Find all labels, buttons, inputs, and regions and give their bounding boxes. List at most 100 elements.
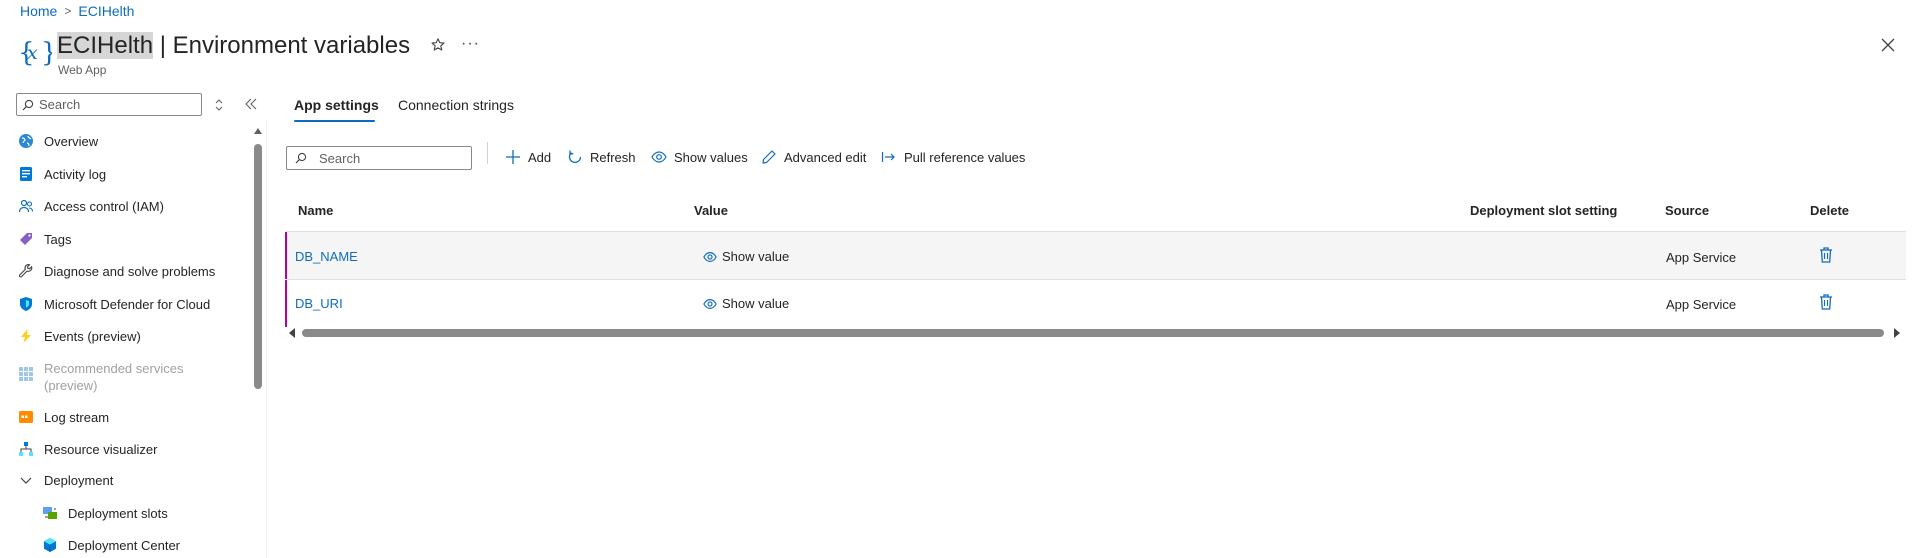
sidebar-item-label: Activity log <box>44 166 107 182</box>
table-row[interactable] <box>286 280 1906 327</box>
sidebar-item-activity-log[interactable]: Activity log <box>18 166 106 182</box>
settings-search-input[interactable] <box>319 150 459 166</box>
table-row[interactable] <box>286 232 1906 279</box>
breadcrumb: Home > ECIHelth <box>20 3 134 19</box>
horizontal-scrollbar-thumb[interactable] <box>302 329 1884 337</box>
grid-icon <box>18 366 34 382</box>
show-value-button[interactable]: Show value <box>703 296 789 311</box>
svg-text:}: } <box>41 38 52 68</box>
advanced-edit-button-label: Advanced edit <box>784 149 867 165</box>
variable-braces-icon: { x } <box>18 34 52 70</box>
sidebar-item-diagnose[interactable]: Diagnose and solve problems <box>18 263 215 279</box>
add-button[interactable]: Add <box>505 149 551 165</box>
sidebar-item-defender[interactable]: Microsoft Defender for Cloud <box>18 296 210 312</box>
resource-type: Web App <box>58 63 107 77</box>
sidebar-item-label: Resource visualizer <box>44 441 158 457</box>
refresh-button[interactable]: Refresh <box>567 149 636 165</box>
column-header-value: Value <box>694 203 728 218</box>
eye-icon <box>703 297 717 311</box>
column-header-source: Source <box>1665 203 1710 218</box>
sidebar-item-label: Recommended services <box>44 361 184 376</box>
sidebar-item-events[interactable]: Events (preview) <box>18 328 141 344</box>
sidebar-search-box[interactable] <box>16 93 202 116</box>
tab-connection-strings[interactable]: Connection strings <box>398 97 514 113</box>
row-accent-bar <box>285 232 287 279</box>
setting-name-link[interactable]: DB_NAME <box>295 249 358 264</box>
setting-name-link[interactable]: DB_URI <box>295 296 343 311</box>
sidebar-item-log-stream[interactable]: Log stream <box>18 409 109 425</box>
breadcrumb-separator: > <box>64 4 72 18</box>
sidebar-item-label: Deployment <box>44 472 114 488</box>
title-section: | Environment variables <box>153 32 411 59</box>
refresh-icon <box>567 149 583 165</box>
refresh-button-label: Refresh <box>590 149 636 165</box>
show-values-button[interactable]: Show values <box>651 149 748 165</box>
sidebar-item-overview[interactable]: Overview <box>18 133 98 149</box>
eye-icon <box>651 149 667 165</box>
column-header-name: Name <box>298 203 334 218</box>
wrench-icon <box>18 263 34 279</box>
search-icon <box>295 152 307 164</box>
sidebar-item-label: Deployment Center <box>68 537 180 553</box>
sidebar-search-input[interactable] <box>39 97 189 112</box>
sidebar-item-access-control[interactable]: Access control (IAM) <box>18 198 164 214</box>
sidebar-item-label: Microsoft Defender for Cloud <box>44 296 211 312</box>
pull-reference-values-button[interactable]: Pull reference values <box>881 149 1025 165</box>
sidebar-scrollbar-thumb[interactable] <box>254 144 262 389</box>
sidebar-scroll-up-arrow[interactable] <box>253 127 263 135</box>
chevron-down-icon <box>18 472 34 488</box>
toolbar-divider <box>487 142 488 164</box>
svg-text:x: x <box>27 42 38 64</box>
more-options-icon[interactable]: ··· <box>461 35 480 53</box>
sidebar-item-deployment-slots[interactable]: Deployment slots <box>42 505 168 521</box>
star-icon[interactable] <box>430 37 446 53</box>
arrow-right-to-line-icon <box>881 149 897 165</box>
breadcrumb-resource-link[interactable]: ECIHelth <box>78 3 134 19</box>
sidebar-item-deployment-center[interactable]: Deployment Center <box>42 537 180 553</box>
sort-updown-icon[interactable] <box>214 98 224 112</box>
cube-icon <box>42 537 58 553</box>
pull-reference-values-button-label: Pull reference values <box>904 149 1026 165</box>
tab-app-settings[interactable]: App settings <box>294 97 379 113</box>
sidebar-item-label: Tags <box>44 231 72 247</box>
scroll-right-arrow[interactable] <box>1893 328 1900 338</box>
show-value-label: Show value <box>722 296 790 311</box>
sidebar-group-deployment[interactable]: Deployment <box>18 472 113 488</box>
tab-active-indicator <box>294 120 375 122</box>
plus-icon <box>505 149 521 165</box>
advanced-edit-button[interactable]: Advanced edit <box>761 149 866 165</box>
settings-search-box[interactable] <box>286 146 472 170</box>
search-icon <box>22 99 34 111</box>
sidebar-divider <box>266 120 267 558</box>
eye-icon <box>703 250 717 264</box>
resource-name: ECIHelth <box>57 32 154 59</box>
breadcrumb-home-link[interactable]: Home <box>20 3 57 19</box>
column-header-delete: Delete <box>1810 203 1850 218</box>
delete-icon[interactable] <box>1818 246 1834 264</box>
sidebar-item-recommended-services: Recommended services (preview) <box>18 360 183 394</box>
slots-icon <box>42 505 58 521</box>
source-value: App Service <box>1666 250 1737 265</box>
close-icon[interactable] <box>1881 38 1895 52</box>
source-value: App Service <box>1666 297 1737 312</box>
shield-icon <box>18 296 34 312</box>
tag-icon <box>18 231 34 247</box>
scroll-left-arrow[interactable] <box>289 328 296 338</box>
activity-log-icon <box>18 166 34 182</box>
show-value-button[interactable]: Show value <box>703 249 789 264</box>
sidebar-item-label-group: Recommended services (preview) <box>44 360 183 394</box>
sidebar-item-resource-visualizer[interactable]: Resource visualizer <box>18 441 157 457</box>
collapse-sidebar-icon[interactable] <box>244 98 258 110</box>
column-header-slot-setting: Deployment slot setting <box>1470 203 1618 218</box>
hierarchy-icon <box>18 441 34 457</box>
row-accent-bar <box>285 280 287 327</box>
sidebar-item-tags[interactable]: Tags <box>18 231 71 247</box>
sidebar-item-label-line2: (preview) <box>44 378 98 393</box>
lightning-icon <box>18 328 34 344</box>
sidebar-item-label: Access control (IAM) <box>44 198 164 214</box>
sidebar-item-label: Log stream <box>44 409 110 425</box>
delete-icon[interactable] <box>1818 293 1834 311</box>
add-button-label: Add <box>528 149 552 165</box>
globe-icon <box>18 133 34 149</box>
sidebar-item-label: Events (preview) <box>44 328 141 344</box>
